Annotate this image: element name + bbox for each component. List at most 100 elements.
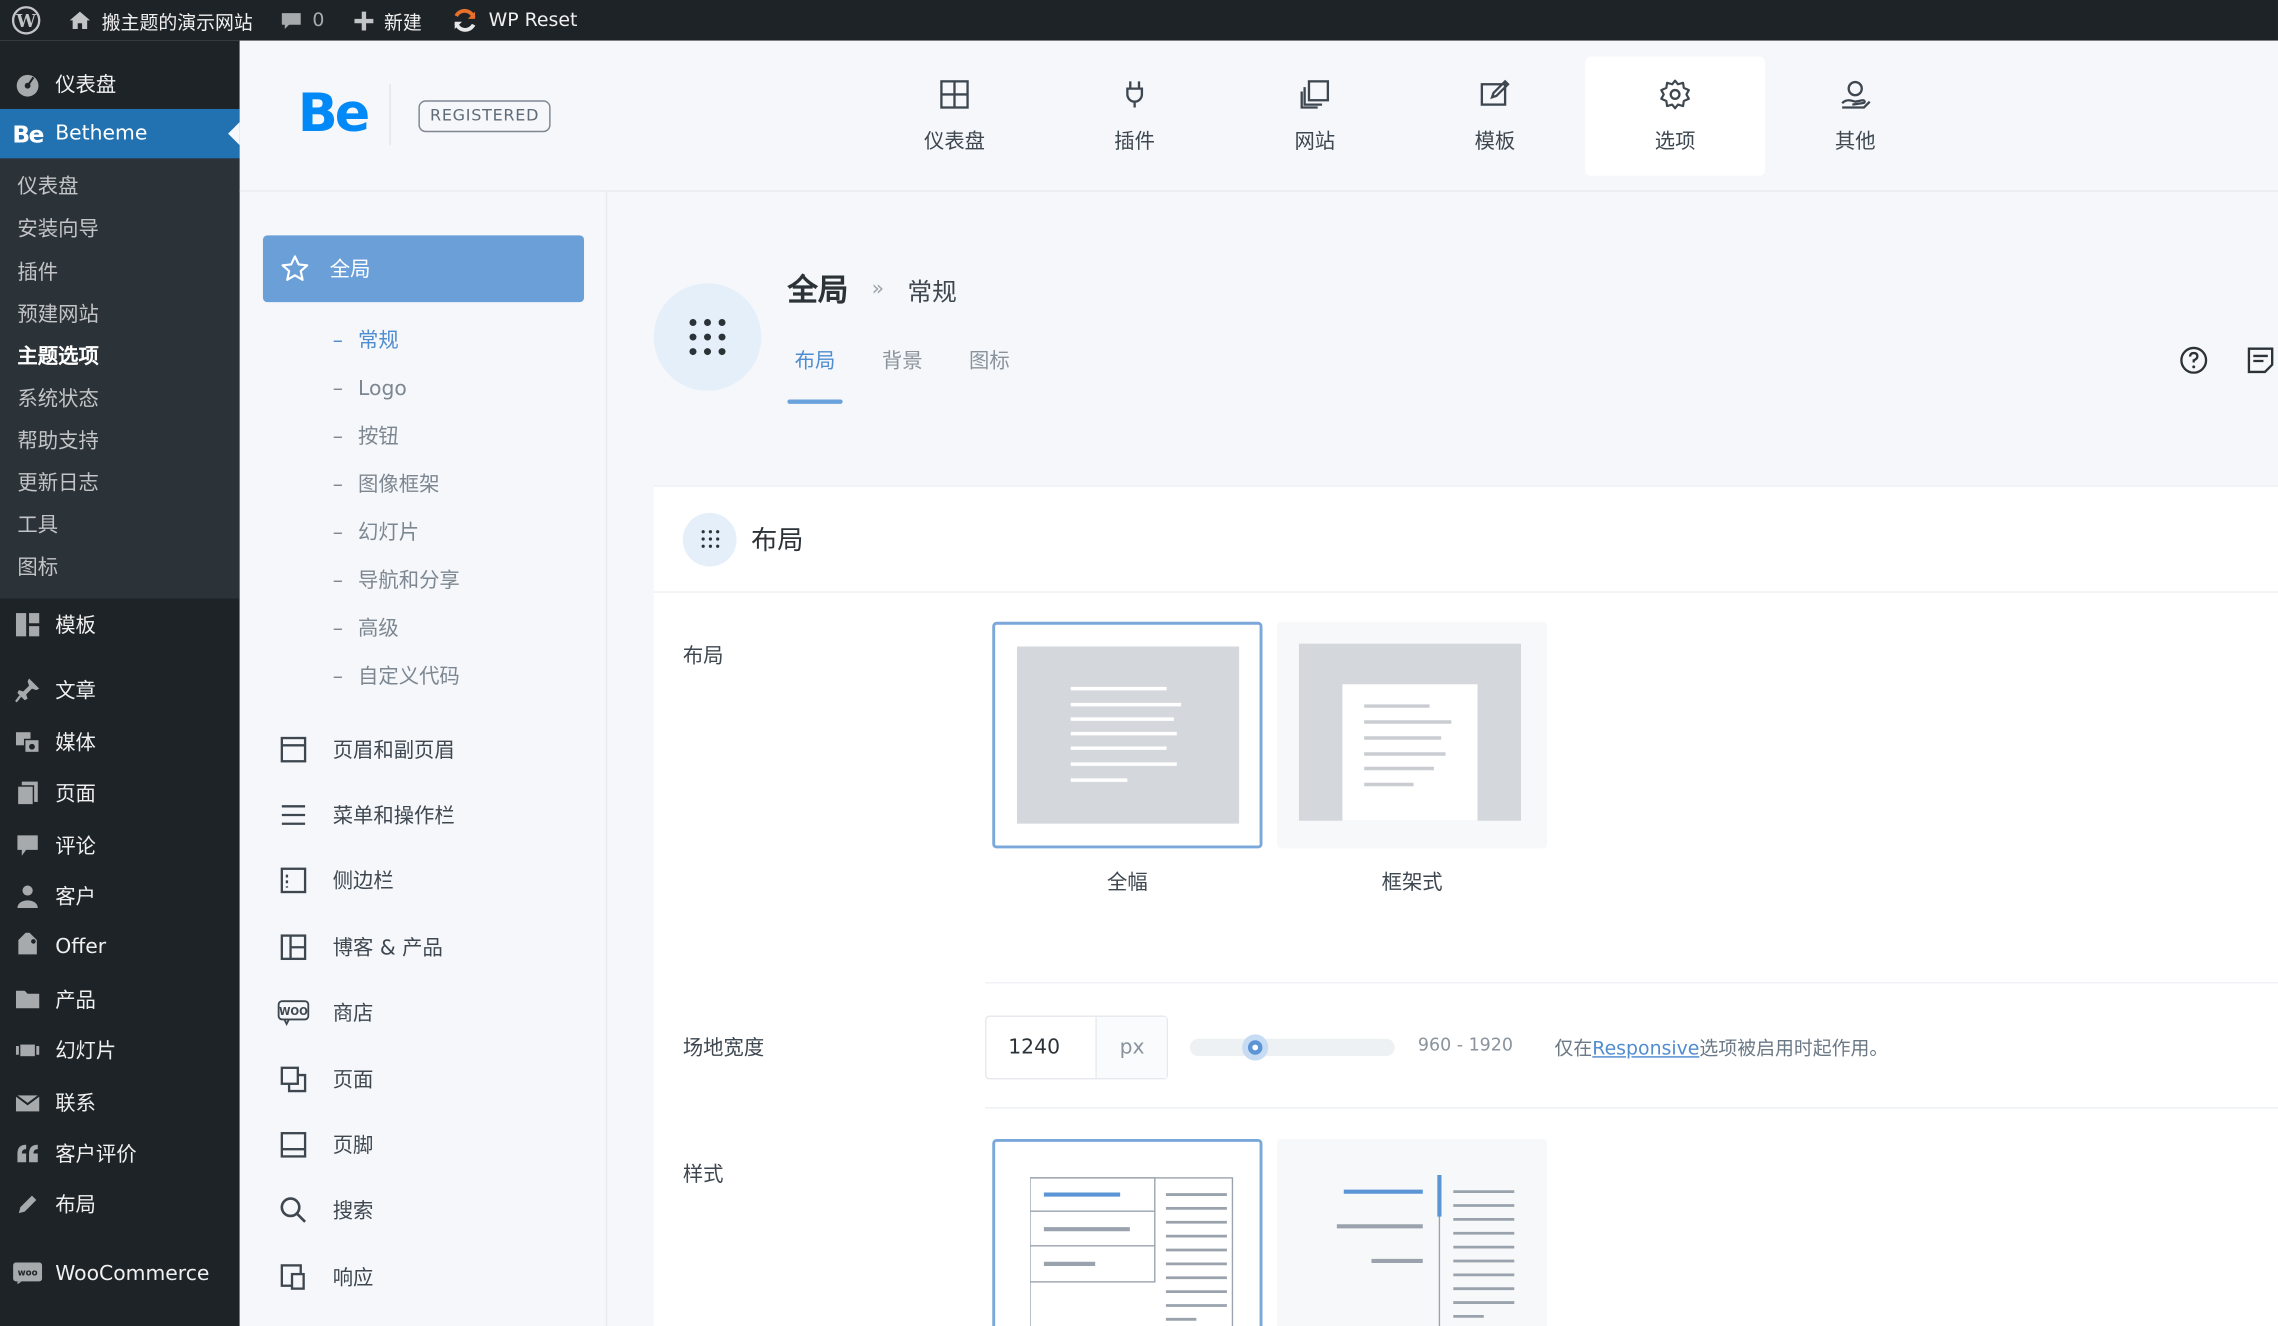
menu-testimonials[interactable]: 客户评价 <box>0 1128 240 1179</box>
user-icon <box>13 882 42 911</box>
site-name-link[interactable]: 搬主题的演示网站 <box>52 0 264 41</box>
divider <box>984 1107 2278 1109</box>
notes-icon[interactable] <box>2246 346 2275 375</box>
nav-menu-action-bar[interactable]: 菜单和操作栏 <box>277 782 455 848</box>
submenu-system-status[interactable]: 系统状态 <box>0 379 240 421</box>
registered-badge: REGISTERED <box>418 100 551 133</box>
nav-header-subheader[interactable]: 页眉和副页眉 <box>277 716 455 782</box>
submenu-plugins[interactable]: 插件 <box>0 252 240 294</box>
menu-betheme-label: Betheme <box>55 122 148 146</box>
submenu-changelog[interactable]: 更新日志 <box>0 464 240 506</box>
main-content: 全局 » 常规 布局 背景 图标 布局 布局 全幅 框架式 场地宽度 1240 … <box>607 192 2278 1326</box>
nav-responsive[interactable]: 响应 <box>277 1244 454 1310</box>
nav-search[interactable]: 搜索 <box>277 1178 454 1244</box>
section-icon-circle <box>653 283 762 391</box>
menu-comments[interactable]: 评论 <box>0 819 240 870</box>
submenu-setup-wizard[interactable]: 安装向导 <box>0 210 240 252</box>
app-root: W 搬主题的演示网站 0 新建 WP Reset 仪表盘 Be Betheme <box>0 0 2278 1326</box>
nav-blog-products[interactable]: 博客 & 产品 <box>277 914 454 980</box>
panel-header: 布局 <box>653 487 2278 593</box>
tab-websites[interactable]: 网站 <box>1225 57 1405 176</box>
submenu-dashboard[interactable]: 仪表盘 <box>0 168 240 210</box>
tab-icons[interactable]: 图标 <box>962 346 1017 404</box>
subnav-buttons[interactable]: 按钮 <box>333 414 460 462</box>
menu-clients[interactable]: 客户 <box>0 871 240 922</box>
style-option-2[interactable] <box>1277 1138 1548 1326</box>
betheme-logo[interactable]: Be <box>298 84 370 144</box>
tab-background[interactable]: 背景 <box>875 346 930 404</box>
menu-templates[interactable]: 模板 <box>0 599 240 650</box>
menu-woocommerce-label: WooCommerce <box>55 1262 210 1286</box>
menu-pages[interactable]: 页面 <box>0 768 240 819</box>
tab-options[interactable]: 选项 <box>1585 56 1766 176</box>
menu-slides[interactable]: 幻灯片 <box>0 1025 240 1076</box>
nav-search-label: 搜索 <box>332 1200 374 1224</box>
site-width-input[interactable]: 1240 px <box>984 1015 1169 1080</box>
site-width-slider-handle[interactable] <box>1242 1034 1269 1061</box>
submenu-support[interactable]: 帮助支持 <box>0 421 240 463</box>
menu-slides-label: 幻灯片 <box>55 1040 117 1064</box>
new-content-link[interactable]: 新建 <box>336 0 433 41</box>
site-width-value[interactable]: 1240 <box>986 1016 1098 1078</box>
hamburger-icon <box>277 799 309 831</box>
tab-layout[interactable]: 布局 <box>787 346 843 404</box>
menu-clients-label: 客户 <box>55 886 96 910</box>
menu-products[interactable]: 产品 <box>0 973 240 1024</box>
submenu-theme-options[interactable]: 主题选项 <box>0 337 240 379</box>
menu-woocommerce[interactable]: woo WooCommerce <box>0 1248 240 1299</box>
home-icon <box>69 11 91 30</box>
new-label: 新建 <box>383 12 422 35</box>
help-icon[interactable] <box>2179 346 2208 375</box>
menu-contact[interactable]: 联系 <box>0 1076 240 1127</box>
menu-posts[interactable]: 文章 <box>0 665 240 716</box>
menu-layouts[interactable]: 布局 <box>0 1179 240 1230</box>
menu-offer[interactable]: Offer <box>0 922 240 973</box>
nav-header-subheader-label: 页眉和副页眉 <box>332 739 455 763</box>
menu-media[interactable]: 媒体 <box>0 716 240 767</box>
site-width-slider-track[interactable] <box>1189 1038 1395 1057</box>
dashboard-grid-icon <box>940 80 969 109</box>
submenu-prebuilt-websites[interactable]: 预建网站 <box>0 294 240 336</box>
nav-responsive-label: 响应 <box>332 1266 374 1290</box>
tag-icon <box>13 933 42 962</box>
submenu-icons[interactable]: 图标 <box>0 548 240 590</box>
search-icon <box>277 1195 309 1227</box>
subnav-logo[interactable]: Logo <box>333 366 460 414</box>
nav-sidebars[interactable]: 侧边栏 <box>277 848 454 914</box>
subnav-navigation-share[interactable]: 导航和分享 <box>333 558 460 606</box>
nav-global[interactable]: 全局 <box>262 235 585 303</box>
subnav-slider[interactable]: 幻灯片 <box>333 510 460 558</box>
tab-dashboard[interactable]: 仪表盘 <box>864 57 1044 176</box>
style-label: 样式 <box>682 1163 724 1187</box>
style-option-1[interactable] <box>992 1138 1263 1326</box>
comments-link[interactable]: 0 <box>264 0 336 41</box>
layout-option-boxed[interactable] <box>1277 621 1548 849</box>
subnav-custom-code[interactable]: 自定义代码 <box>333 654 460 702</box>
wordpress-logo-button[interactable]: W <box>0 0 52 41</box>
options-sections: 页眉和副页眉 菜单和操作栏 侧边栏 博客 & 产品 WOO 商店 页面 页脚 搜… <box>277 716 455 1310</box>
nav-shop[interactable]: WOO 商店 <box>277 980 454 1046</box>
tab-plugins[interactable]: 插件 <box>1045 57 1225 176</box>
header-layout-icon <box>277 733 309 765</box>
subnav-advanced[interactable]: 高级 <box>333 606 460 654</box>
style-option-1-preview-icon <box>1030 1177 1234 1326</box>
responsive-devices-icon <box>277 1261 309 1293</box>
footer-layout-icon <box>277 1129 309 1161</box>
folder-icon <box>13 985 42 1014</box>
tab-dashboard-label: 仪表盘 <box>923 130 985 154</box>
tab-templates[interactable]: 模板 <box>1405 57 1585 176</box>
layout-option-full-width[interactable] <box>992 621 1263 849</box>
tab-other[interactable]: 其他 <box>1765 57 1945 176</box>
nav-footer[interactable]: 页脚 <box>277 1112 454 1178</box>
menu-dashboard[interactable]: 仪表盘 <box>0 58 240 109</box>
subnav-image-frame[interactable]: 图像框架 <box>333 462 460 510</box>
responsive-link[interactable]: Responsive <box>1592 1039 1699 1061</box>
wp-reset-link[interactable]: WP Reset <box>433 0 589 41</box>
subnav-general[interactable]: 常规 <box>333 318 460 366</box>
nav-blog-products-label: 博客 & 产品 <box>332 936 443 961</box>
wp-reset-label: WP Reset <box>488 9 578 32</box>
nav-pages[interactable]: 页面 <box>277 1046 454 1112</box>
menu-betheme[interactable]: Be Betheme <box>0 109 240 159</box>
site-width-unit: px <box>1097 1016 1167 1078</box>
submenu-tools[interactable]: 工具 <box>0 506 240 548</box>
